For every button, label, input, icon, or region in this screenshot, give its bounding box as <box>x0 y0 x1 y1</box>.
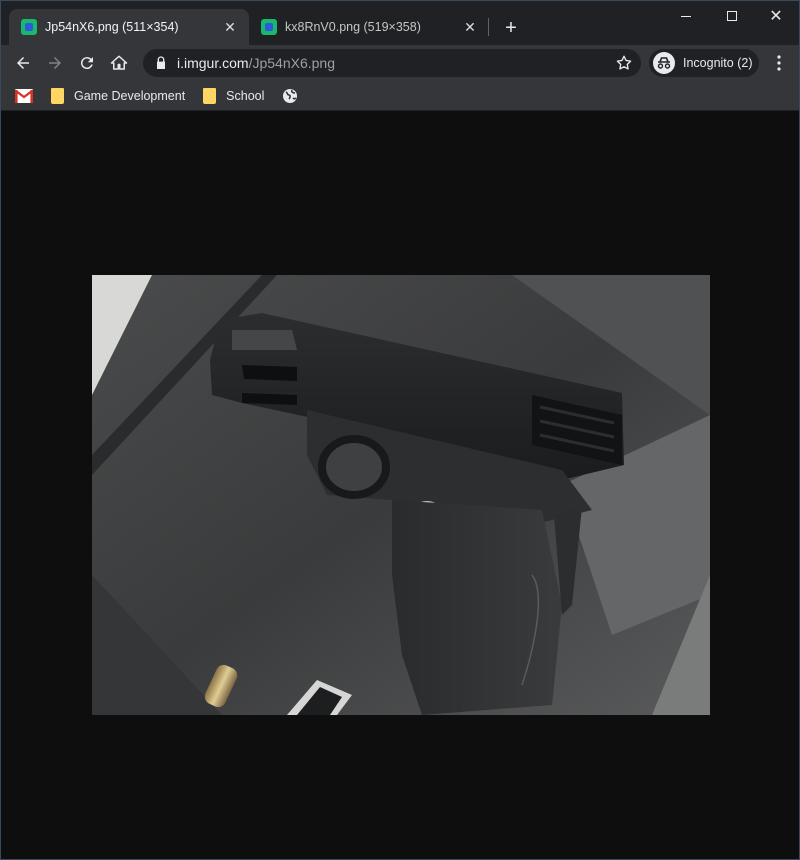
maximize-icon <box>727 11 737 21</box>
bookmarks-bar: Game Development School <box>1 81 799 111</box>
close-icon: ✕ <box>769 8 783 25</box>
tab-separator <box>488 18 489 36</box>
globe-icon <box>283 88 298 103</box>
more-vert-icon <box>777 55 781 71</box>
home-button[interactable] <box>105 49 133 77</box>
tab-title: Jp54nX6.png (511×354) <box>45 20 179 34</box>
gmail-icon <box>15 88 33 103</box>
address-bar[interactable]: i.imgur.com/Jp54nX6.png <box>143 49 641 77</box>
bookmark-star-icon[interactable] <box>615 54 633 72</box>
bookmark-school[interactable]: School <box>203 83 264 109</box>
bookmark-game-development[interactable]: Game Development <box>51 83 185 109</box>
reload-icon <box>80 57 93 70</box>
bookmark-globe[interactable] <box>282 83 298 109</box>
back-button[interactable] <box>9 49 37 77</box>
tab-close-icon[interactable]: ✕ <box>461 18 479 36</box>
url-text: i.imgur.com/Jp54nX6.png <box>177 55 335 71</box>
bookmark-label: Game Development <box>74 88 186 103</box>
incognito-icon <box>653 52 675 74</box>
imgur-favicon-icon <box>261 19 277 35</box>
tab-strip: Jp54nX6.png (511×354) ✕ kx8RnV0.png (519… <box>1 1 799 45</box>
arrow-left-icon <box>17 57 29 69</box>
displayed-image[interactable] <box>92 275 710 715</box>
url-host: i.imgur.com <box>177 55 249 71</box>
browser-window: Jp54nX6.png (511×354) ✕ kx8RnV0.png (519… <box>0 0 800 860</box>
tab-close-icon[interactable]: ✕ <box>221 18 239 36</box>
toolbar: i.imgur.com/Jp54nX6.png Incognito (2) <box>1 45 799 81</box>
incognito-badge[interactable]: Incognito (2) <box>649 49 759 77</box>
reload-button[interactable] <box>73 49 101 77</box>
home-icon <box>110 55 128 70</box>
bookmark-label: School <box>226 88 265 103</box>
tab-title: kx8RnV0.png (519×358) <box>285 20 421 34</box>
close-window-button[interactable]: ✕ <box>753 1 799 31</box>
page-viewport <box>1 112 799 859</box>
url-path: /Jp54nX6.png <box>248 55 335 71</box>
maximize-button[interactable] <box>709 1 755 31</box>
forward-button[interactable] <box>41 49 69 77</box>
handgun-photo <box>92 275 710 715</box>
arrow-right-icon <box>49 57 61 69</box>
minimize-icon <box>681 15 691 17</box>
tab-inactive[interactable]: kx8RnV0.png (519×358) ✕ <box>249 9 489 45</box>
minimize-button[interactable] <box>663 1 709 31</box>
folder-icon <box>203 87 217 104</box>
bookmark-gmail[interactable] <box>15 88 33 103</box>
imgur-favicon-icon <box>21 19 37 35</box>
lock-icon <box>157 56 165 69</box>
new-tab-button[interactable]: + <box>498 15 524 41</box>
folder-icon <box>51 87 64 104</box>
incognito-label: Incognito (2) <box>683 56 753 70</box>
browser-menu-button[interactable] <box>767 51 791 75</box>
tab-active[interactable]: Jp54nX6.png (511×354) ✕ <box>9 9 249 45</box>
